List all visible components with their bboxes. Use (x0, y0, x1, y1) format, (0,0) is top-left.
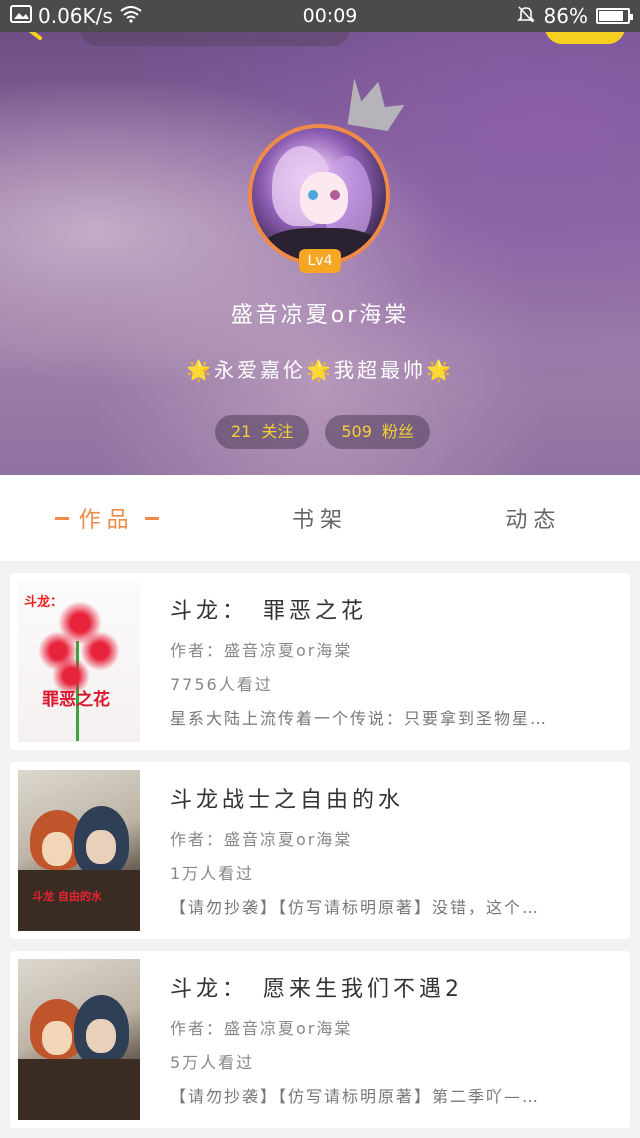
cover-face (42, 832, 72, 866)
followers-button[interactable]: 509 粉丝 (325, 415, 430, 449)
tab-dash-left (54, 516, 69, 520)
profile-header: Lv4 盛音凉夏or海棠 🌟永爱嘉伦🌟我超最帅🌟 21 关注 509 粉丝 (0, 32, 640, 475)
book-cover: 斗龙： 罪恶之花 (18, 581, 140, 742)
battery-percent: 86% (543, 4, 588, 28)
status-time: 00:09 (302, 5, 358, 27)
image-icon (10, 4, 32, 28)
book-author: 作者：盛音凉夏or海棠 (170, 641, 353, 660)
tab-bookshelf[interactable]: 书架 (213, 475, 426, 561)
level-badge: Lv4 (299, 249, 341, 273)
tab-works-label: 作品 (78, 508, 135, 533)
avatar-face (300, 172, 348, 224)
follow-button[interactable] (545, 32, 625, 44)
cover-face (86, 830, 116, 864)
status-right: 86% (490, 4, 633, 29)
back-arrow-icon[interactable] (18, 32, 48, 46)
book-title: 斗龙战士之自由的水 (170, 788, 405, 813)
mute-bell-icon (516, 4, 536, 29)
avatar-eye-left (308, 190, 318, 200)
tab-activity[interactable]: 动态 (427, 475, 640, 561)
book-card[interactable]: 斗龙： 愿来生我们不遇2 作者：盛音凉夏or海棠 5万人看过 【请勿抄袭】【仿写… (10, 951, 630, 1128)
book-author: 作者：盛音凉夏or海棠 (170, 830, 353, 849)
tab-bar: 作品 书架 动态 (0, 475, 640, 561)
book-cover (18, 959, 140, 1120)
status-bar: 0.06K/s 00:09 86% (0, 0, 640, 32)
followers-count: 509 (341, 422, 372, 441)
following-button[interactable]: 21 关注 (215, 415, 310, 449)
network-speed: 0.06K/s (38, 4, 113, 28)
tab-works[interactable]: 作品 (0, 475, 213, 561)
wifi-icon (119, 4, 143, 28)
tab-activity-label: 动态 (505, 508, 562, 533)
book-info: 斗龙： 愿来生我们不遇2 作者：盛音凉夏or海棠 5万人看过 【请勿抄袭】【仿写… (170, 971, 620, 1107)
book-desc: 【请勿抄袭】【仿写请标明原著】没错，这个… (170, 898, 541, 917)
book-desc: 【请勿抄袭】【仿写请标明原著】第二季吖—… (170, 1087, 541, 1106)
following-label: 关注 (261, 422, 294, 441)
book-info: 斗龙战士之自由的水 作者：盛音凉夏or海棠 1万人看过 【请勿抄袭】【仿写请标明… (170, 782, 620, 918)
book-views: 1万人看过 (170, 864, 255, 883)
book-desc: 星系大陆上流传着一个传说：只要拿到圣物星… (170, 709, 549, 728)
tab-bookshelf-label: 书架 (291, 508, 348, 533)
following-count: 21 (231, 422, 252, 441)
cover-top-text: 斗龙： (24, 595, 64, 610)
cover-body (18, 1059, 140, 1120)
cover-title: 斗龙 自由的水 (32, 890, 102, 903)
book-author: 作者：盛音凉夏or海棠 (170, 1019, 353, 1038)
book-title: 斗龙： 愿来生我们不遇2 (170, 977, 463, 1002)
book-views: 5万人看过 (170, 1053, 255, 1072)
battery-icon (596, 8, 633, 24)
cover-face (42, 1021, 72, 1055)
avatar-eye-right (330, 190, 340, 200)
book-cover: 斗龙 自由的水 (18, 770, 140, 931)
stats: 21 关注 509 粉丝 (215, 415, 430, 449)
cover-face (86, 1019, 116, 1053)
signature: 🌟永爱嘉伦🌟我超最帅🌟 (186, 358, 454, 382)
avatar[interactable] (248, 124, 390, 266)
header-top-bar[interactable] (80, 32, 350, 46)
book-card[interactable]: 斗龙： 罪恶之花 斗龙： 罪恶之花 作者：盛音凉夏or海棠 7756人看过 星系… (10, 573, 630, 750)
username: 盛音凉夏or海棠 (230, 303, 410, 328)
tab-dash-right (144, 516, 159, 520)
book-title: 斗龙： 罪恶之花 (170, 599, 368, 624)
book-info: 斗龙： 罪恶之花 作者：盛音凉夏or海棠 7756人看过 星系大陆上流传着一个传… (170, 593, 620, 729)
cover-title: 罪恶之花 (42, 690, 110, 710)
book-views: 7756人看过 (170, 675, 273, 694)
book-card[interactable]: 斗龙 自由的水 斗龙战士之自由的水 作者：盛音凉夏or海棠 1万人看过 【请勿抄… (10, 762, 630, 939)
book-list: 斗龙： 罪恶之花 斗龙： 罪恶之花 作者：盛音凉夏or海棠 7756人看过 星系… (0, 561, 640, 1138)
followers-label: 粉丝 (381, 422, 414, 441)
battery-fill (599, 11, 624, 21)
